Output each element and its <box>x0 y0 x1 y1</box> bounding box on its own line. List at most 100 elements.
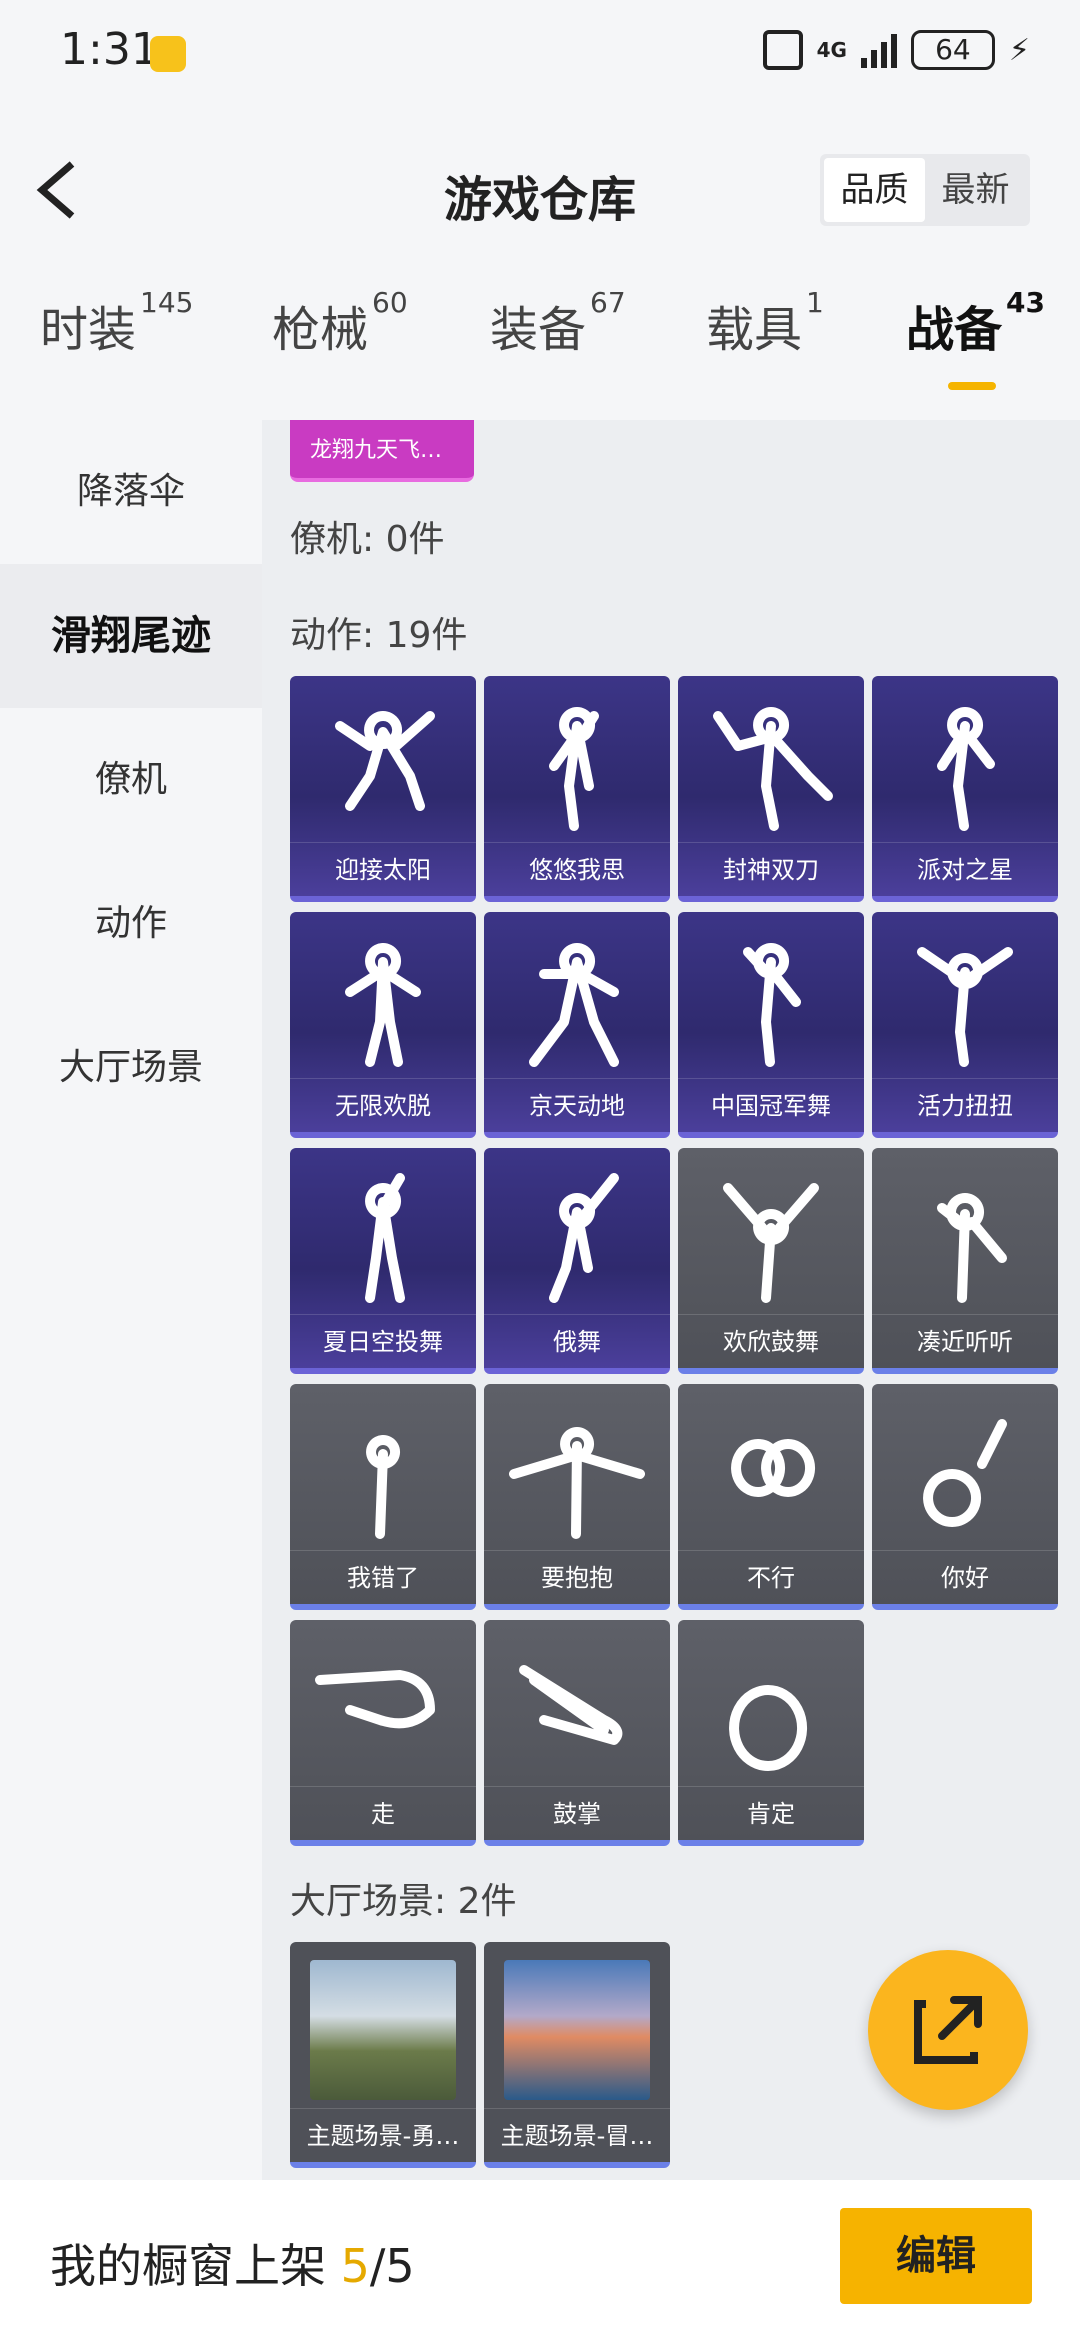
emote-card[interactable]: 俄舞 <box>484 1148 670 1374</box>
emote-section-title: 动作: 19件 <box>290 615 468 656</box>
glide-trail-item[interactable]: 龙翔九天飞… <box>290 420 474 482</box>
emote-label: 京天动地 <box>484 1078 670 1132</box>
edit-button[interactable]: 编辑 <box>840 2208 1032 2304</box>
emote-card[interactable]: 中国冠军舞 <box>678 912 864 1138</box>
page-header: 游戏仓库 品质 最新 <box>0 130 1080 250</box>
sidebar-item-parachute[interactable]: 降落伞 <box>0 420 262 564</box>
emote-figure-icon <box>729 1685 808 1771</box>
signal-icon <box>860 32 897 68</box>
emote-figure-icon <box>917 947 1013 1067</box>
emote-label: 我错了 <box>290 1550 476 1604</box>
battery-level: 64 <box>935 33 971 66</box>
emote-label: 要抱抱 <box>484 1550 670 1604</box>
status-bar: 1:31 4G 64 ⚡ <box>0 0 1080 110</box>
emote-card[interactable]: 走 <box>290 1620 476 1846</box>
emote-figure-icon <box>509 1427 645 1539</box>
emote-label: 迎接太阳 <box>290 842 476 896</box>
emote-figure-icon <box>335 711 435 811</box>
emote-card[interactable]: 凑近听听 <box>872 1148 1058 1374</box>
app-notification-icon <box>150 36 186 72</box>
emote-card[interactable]: 悠悠我思 <box>484 676 670 902</box>
emote-card[interactable]: 你好 <box>872 1384 1058 1610</box>
emote-card[interactable]: 我错了 <box>290 1384 476 1610</box>
emote-label: 俄舞 <box>484 1314 670 1368</box>
emote-card[interactable]: 肯定 <box>678 1620 864 1846</box>
emote-card[interactable]: 派对之星 <box>872 676 1058 902</box>
share-button[interactable] <box>868 1950 1028 2110</box>
emote-figure-icon <box>713 707 833 831</box>
scene-label: 主题场景-勇… <box>290 2108 476 2162</box>
sort-newest-button[interactable]: 最新 <box>925 158 1026 222</box>
emote-card[interactable]: 夏日空投舞 <box>290 1148 476 1374</box>
emote-label: 活力扭扭 <box>872 1078 1058 1132</box>
emote-label: 派对之星 <box>872 842 1058 896</box>
emote-label: 夏日空投舞 <box>290 1314 476 1368</box>
sort-quality-button[interactable]: 品质 <box>824 158 925 222</box>
emote-label: 肯定 <box>678 1786 864 1840</box>
emote-label: 不行 <box>678 1550 864 1604</box>
tab-vehicles[interactable]: 载具 1 <box>706 286 824 360</box>
sidebar-item-lobby-scene[interactable]: 大厅场景 <box>0 996 262 1140</box>
status-time: 1:31 <box>60 24 159 75</box>
emote-figure-icon <box>315 1670 435 1729</box>
emote-figure-icon <box>549 1173 619 1303</box>
vibrate-icon <box>762 30 803 70</box>
sidebar-item-glide-trail[interactable]: 滑翔尾迹 <box>0 564 262 708</box>
bottom-bar: 我的橱窗上架 5/5 编辑 <box>0 2180 1080 2340</box>
scene-thumbnail <box>504 1960 650 2100</box>
scene-card[interactable]: 主题场景-勇… <box>290 1942 476 2168</box>
emote-card[interactable]: 不行 <box>678 1384 864 1610</box>
wingman-section-title: 僚机: 0件 <box>290 519 445 560</box>
charging-icon: ⚡ <box>1008 32 1030 68</box>
emote-label: 欢欣鼓舞 <box>678 1314 864 1368</box>
emote-card[interactable]: 活力扭扭 <box>872 912 1058 1138</box>
emote-figure-icon <box>345 943 421 1067</box>
showcase-label: 我的橱窗上架 <box>50 2239 326 2293</box>
showcase-status: 我的橱窗上架 5/5 <box>50 2230 415 2296</box>
sort-toggle[interactable]: 品质 最新 <box>820 154 1030 226</box>
tab-fashion[interactable]: 时装 145 <box>40 286 193 360</box>
sidebar-item-emotes[interactable]: 动作 <box>0 852 262 996</box>
tab-guns[interactable]: 枪械 60 <box>272 286 408 360</box>
tab-equipment[interactable]: 装备 67 <box>490 286 626 360</box>
emote-label: 凑近听听 <box>872 1314 1058 1368</box>
emote-label: 悠悠我思 <box>484 842 670 896</box>
inventory-content: 龙翔九天飞… 僚机: 0件 动作: 19件 迎接太阳 悠悠我思 封神双刀 派对之星无限… <box>262 420 1080 2180</box>
emote-figure-icon <box>519 1665 623 1745</box>
emote-figure-icon <box>731 1439 816 1497</box>
scene-card[interactable]: 主题场景-冒… <box>484 1942 670 2168</box>
emote-label: 鼓掌 <box>484 1786 670 1840</box>
emote-card[interactable]: 无限欢脱 <box>290 912 476 1138</box>
status-icons: 4G 64 ⚡ <box>762 30 1030 70</box>
emote-figure-icon <box>937 1193 1007 1303</box>
sidebar-item-wingman[interactable]: 僚机 <box>0 708 262 852</box>
showcase-total: /5 <box>369 2239 415 2293</box>
emote-figure-icon <box>723 1183 819 1303</box>
emote-label: 中国冠军舞 <box>678 1078 864 1132</box>
emote-figure-icon <box>365 1173 405 1303</box>
emote-figure-icon <box>743 943 801 1067</box>
tab-battle-gear[interactable]: 战备 43 <box>906 286 1045 360</box>
lobby-section-title: 大厅场景: 2件 <box>290 1881 517 1922</box>
emote-card[interactable]: 欢欣鼓舞 <box>678 1148 864 1374</box>
share-icon <box>914 1996 982 2064</box>
emote-card[interactable]: 京天动地 <box>484 912 670 1138</box>
emote-label: 走 <box>290 1786 476 1840</box>
emote-card[interactable]: 迎接太阳 <box>290 676 476 902</box>
emote-figure-icon <box>937 707 995 831</box>
network-type: 4G <box>816 38 847 62</box>
emote-figure-icon <box>923 1419 1007 1527</box>
category-tabs: 时装 145 枪械 60 装备 67 载具 1 战备 43 <box>0 286 1080 400</box>
emote-card[interactable]: 封神双刀 <box>678 676 864 902</box>
active-tab-indicator <box>948 382 996 390</box>
emote-figure-icon <box>366 1435 401 1539</box>
emote-card[interactable]: 鼓掌 <box>484 1620 670 1846</box>
emote-card[interactable]: 要抱抱 <box>484 1384 670 1610</box>
showcase-current: 5 <box>340 2239 370 2293</box>
scene-thumbnail <box>310 1960 456 2100</box>
emote-figure-icon <box>529 943 619 1067</box>
battery-icon: 64 <box>910 30 995 70</box>
emote-label: 封神双刀 <box>678 842 864 896</box>
side-nav: 降落伞 滑翔尾迹 僚机 动作 大厅场景 <box>0 420 262 2180</box>
emote-figure-icon <box>549 707 599 831</box>
